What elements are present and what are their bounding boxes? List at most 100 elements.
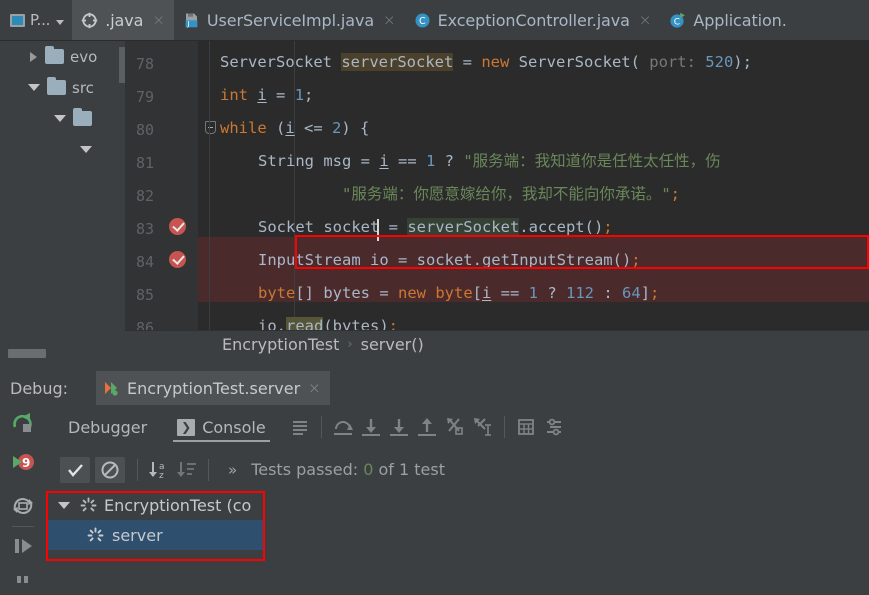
- tree-item-level2[interactable]: [0, 103, 125, 134]
- line-number: 79: [135, 88, 154, 106]
- editor-gutter[interactable]: 78 79 80 81 82 83 84 85 86: [125, 41, 216, 353]
- editor-tab-bar: P... .java × J UserServiceImpl.java × C …: [0, 0, 869, 41]
- target-icon: [81, 12, 98, 29]
- project-tool-window[interactable]: evo src: [0, 41, 125, 353]
- sort-by-duration-icon[interactable]: [173, 456, 201, 484]
- step-into-icon[interactable]: [357, 413, 385, 441]
- text-caret: [377, 219, 379, 241]
- tree-item-label: evo: [70, 47, 98, 66]
- toolbar-divider: [12, 526, 34, 527]
- toolbar-divider: [320, 416, 322, 438]
- debug-session-tab[interactable]: EncryptionTest.server ×: [96, 371, 330, 405]
- step-over-icon[interactable]: [329, 413, 357, 441]
- java-file-icon: J: [183, 12, 200, 29]
- tree-item-label: src: [72, 78, 94, 97]
- debugger-toolbar: Debugger ❯ Console: [46, 405, 869, 449]
- line-number: 83: [135, 220, 154, 238]
- toggle-auto-test-icon[interactable]: [10, 493, 36, 519]
- tree-item-level3[interactable]: [0, 134, 125, 165]
- close-icon[interactable]: ×: [152, 12, 165, 28]
- chevron-down-icon[interactable]: [54, 115, 66, 122]
- code-line-85: byte[] bytes = new byte[i == 1 ? 112 : 6…: [258, 284, 660, 302]
- status-prefix: Tests passed:: [251, 460, 364, 479]
- tab-debugger-label: Debugger: [68, 417, 148, 437]
- project-horizontal-scrollbar[interactable]: [8, 349, 46, 358]
- tree-item-evo[interactable]: evo: [0, 41, 125, 72]
- test-tree-row-server[interactable]: server: [46, 520, 265, 550]
- breadcrumb-method[interactable]: server(): [361, 335, 424, 354]
- folder-icon: [73, 108, 92, 126]
- test-results-tree[interactable]: EncryptionTest (co server: [46, 490, 265, 595]
- svg-text:J: J: [186, 20, 189, 28]
- align-lines-icon[interactable]: [286, 413, 314, 441]
- chevron-down-icon[interactable]: [28, 84, 40, 91]
- class-icon: C: [414, 12, 431, 29]
- chevron-down-icon: [56, 19, 65, 25]
- code-line-78: ServerSocket serverSocket = new ServerSo…: [220, 53, 752, 71]
- tab-java[interactable]: .java ×: [72, 0, 174, 40]
- expand-all-chevrons-icon[interactable]: »: [228, 461, 237, 479]
- console-output-pane[interactable]: [265, 490, 869, 595]
- tab-application[interactable]: C Application.: [660, 0, 795, 40]
- debug-session-label: EncryptionTest.server: [127, 378, 301, 398]
- chevron-down-icon[interactable]: [58, 501, 70, 509]
- tab-debugger[interactable]: Debugger: [62, 405, 153, 449]
- tab-console[interactable]: ❯ Console: [171, 405, 272, 449]
- line-number: 80: [135, 121, 154, 139]
- tab-userserviceimpl[interactable]: J UserServiceImpl.java ×: [174, 0, 405, 40]
- breakpoint-icon[interactable]: [169, 251, 186, 268]
- debug-window-title: Debug:: [10, 378, 69, 398]
- ide-window: P... .java × J UserServiceImpl.java × C …: [0, 0, 869, 595]
- run-to-cursor-icon[interactable]: [469, 413, 497, 441]
- show-passed-icon[interactable]: [60, 456, 90, 483]
- code-line-80: while (i <= 2) {: [220, 119, 370, 137]
- rerun-failed-icon[interactable]: 9: [10, 450, 36, 476]
- chevron-right-icon[interactable]: [30, 51, 37, 62]
- breakpoint-icon[interactable]: [169, 218, 186, 235]
- tab-label: ExceptionController.java: [437, 10, 630, 30]
- project-selector[interactable]: P...: [0, 0, 72, 40]
- status-count: 0: [363, 460, 374, 479]
- breadcrumb-class[interactable]: EncryptionTest: [222, 335, 339, 354]
- code-editor[interactable]: 78 79 80 81 82 83 84 85 86 ServerSocket …: [125, 41, 869, 353]
- force-step-into-icon[interactable]: [385, 413, 413, 441]
- toolbar-divider: [503, 416, 505, 438]
- tree-item-src[interactable]: src: [0, 72, 125, 103]
- line-number: 85: [135, 286, 154, 304]
- breadcrumb[interactable]: EncryptionTest › server(): [125, 330, 869, 357]
- code-line-83: Socket socket = serverSocket.accept();: [258, 218, 613, 236]
- tab-exceptioncontroller[interactable]: C ExceptionController.java ×: [405, 0, 661, 40]
- code-line-81: String msg = i == 1 ? "服务端：我知道你是任性太任性，伤: [258, 152, 721, 170]
- test-tree-label: EncryptionTest (co: [104, 495, 252, 515]
- console-icon: ❯: [177, 418, 196, 436]
- svg-text:C: C: [419, 16, 426, 27]
- step-out-icon[interactable]: [413, 413, 441, 441]
- toolbar-divider: [208, 458, 209, 481]
- tab-label: UserServiceImpl.java: [206, 10, 375, 30]
- line-number: 78: [135, 55, 154, 73]
- svg-text:9: 9: [22, 456, 30, 470]
- test-status-text: Tests passed: 0 of 1 test: [251, 460, 445, 479]
- rerun-icon[interactable]: [10, 411, 36, 437]
- resume-icon[interactable]: [10, 533, 36, 559]
- test-tree-row-encryptiontest[interactable]: EncryptionTest (co: [46, 490, 265, 520]
- debug-run-icon: [103, 380, 119, 396]
- close-icon[interactable]: ×: [639, 12, 652, 28]
- code-line-79: int i = 1;: [220, 86, 314, 104]
- svg-text:z: z: [159, 471, 164, 481]
- hide-ignored-icon[interactable]: [95, 456, 125, 483]
- sort-alphabetically-icon[interactable]: a z: [145, 456, 173, 484]
- evaluate-icon[interactable]: [512, 413, 540, 441]
- chevron-down-icon[interactable]: [80, 146, 92, 153]
- drop-frame-icon[interactable]: [441, 413, 469, 441]
- class-run-icon: C: [669, 12, 686, 29]
- code-text-area[interactable]: ServerSocket serverSocket = new ServerSo…: [198, 41, 869, 353]
- toolbar-divider: [137, 458, 138, 481]
- line-number: 82: [135, 187, 154, 205]
- close-icon[interactable]: ×: [383, 12, 396, 28]
- settings-icon[interactable]: [540, 413, 568, 441]
- line-number: 81: [135, 154, 154, 172]
- indent-guide: [209, 41, 210, 353]
- close-icon[interactable]: ×: [308, 379, 321, 397]
- code-line-84: InputStream io = socket.getInputStream()…: [258, 251, 641, 269]
